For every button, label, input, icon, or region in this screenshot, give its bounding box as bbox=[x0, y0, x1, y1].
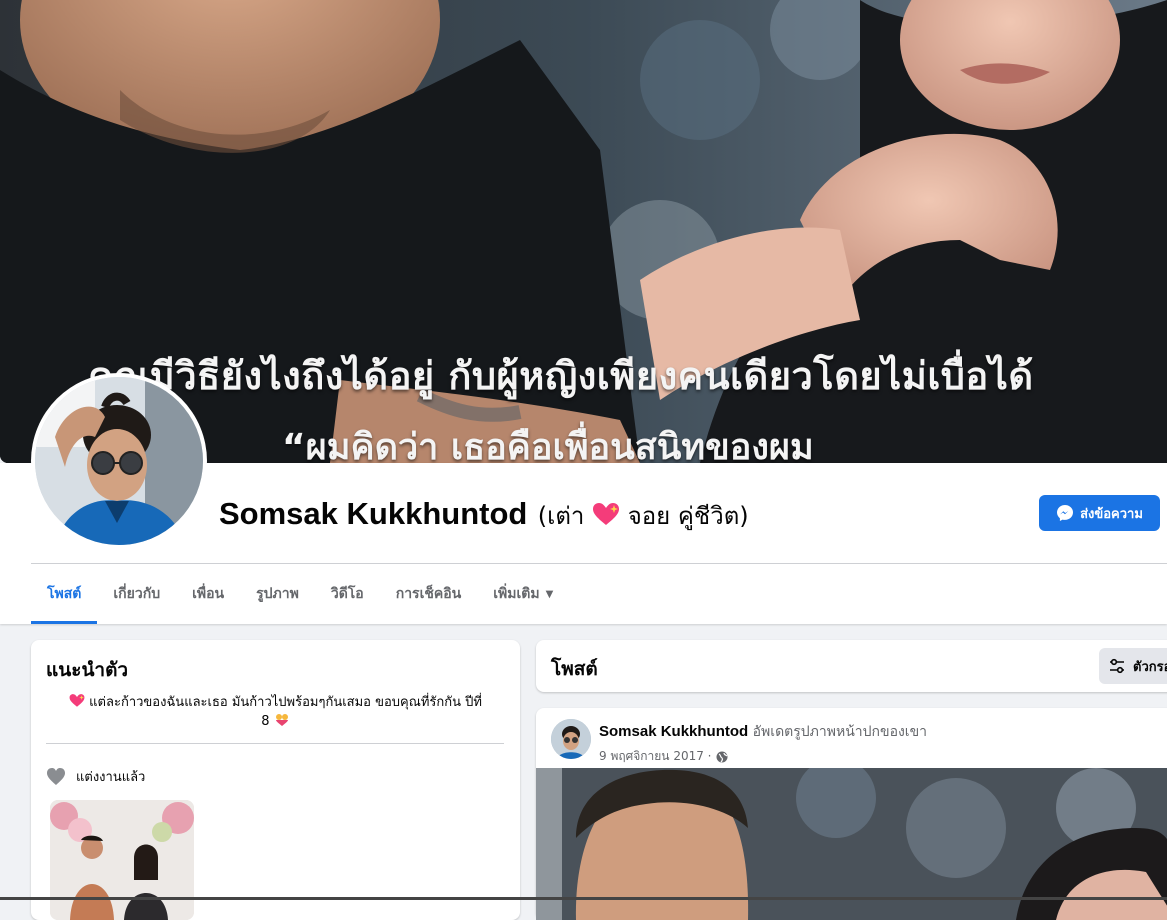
featured-wedding-photo[interactable] bbox=[50, 800, 194, 920]
post-date[interactable]: 9 พฤศจิกายน 2017 · bbox=[599, 747, 712, 766]
posts-title: โพสต์ bbox=[551, 658, 598, 680]
post-author-name[interactable]: Somsak Kukkhuntod bbox=[599, 723, 748, 740]
cover-caption-line1: คุณมีวิธียังไงถึงได้อยู่ กับผู้หญิงเพียง… bbox=[88, 354, 1034, 398]
profile-name-line: Somsak Kukkhuntod (เต่า จอย คู่ชีวิต) bbox=[219, 496, 749, 535]
sparkling-heart-icon bbox=[593, 503, 620, 525]
tab-videos[interactable]: วิดีโอ bbox=[315, 564, 380, 624]
sparkling-heart-icon bbox=[69, 694, 85, 707]
filter-sliders-icon bbox=[1110, 658, 1124, 674]
filter-label: ตัวกรอง bbox=[1133, 659, 1167, 675]
profile-name: Somsak Kukkhuntod bbox=[219, 496, 528, 531]
alt-name-prefix: (เต่า bbox=[537, 502, 585, 530]
tab-friends[interactable]: เพื่อน bbox=[176, 564, 240, 624]
intro-card: แนะนำตัว แต่ละก้าวของฉันและเธอ มันก้าวไป… bbox=[31, 640, 520, 920]
tab-posts[interactable]: โพสต์ bbox=[31, 564, 98, 624]
tab-checkins-label: การเช็คอิน bbox=[395, 586, 462, 602]
profile-alt-name: (เต่า จอย คู่ชีวิต) bbox=[538, 502, 749, 530]
tab-photos-label: รูปภาพ bbox=[256, 586, 299, 602]
post-date-row: 9 พฤศจิกายน 2017 · bbox=[599, 747, 927, 766]
intro-bio: แต่ละก้าวของฉันและเธอ มันก้าวไปพร้อมๆกัน… bbox=[46, 693, 505, 731]
tab-videos-label: วิดีโอ bbox=[330, 586, 364, 602]
intro-title: แนะนำตัว bbox=[46, 659, 129, 681]
tab-checkins[interactable]: การเช็คอิน bbox=[380, 564, 478, 624]
post-action-text: อัพเดตรูปภาพหน้าปกของเขา bbox=[752, 724, 928, 740]
intro-divider bbox=[46, 743, 504, 744]
profile-tabs: โพสต์ เกี่ยวกับ เพื่อน รูปภาพ วิดีโอ การ… bbox=[31, 564, 569, 624]
bio-line-2: 8 bbox=[46, 712, 505, 731]
messenger-icon bbox=[1057, 505, 1074, 521]
bio-text-2: 8 bbox=[261, 714, 270, 729]
relationship-row: แต่งงานแล้ว bbox=[46, 766, 145, 787]
featured-photo-image bbox=[50, 800, 194, 920]
relationship-text: แต่งงานแล้ว bbox=[76, 770, 146, 785]
bio-text-1: แต่ละก้าวของฉันและเธอ มันก้าวไปพร้อมๆกัน… bbox=[89, 695, 482, 710]
cover-caption-line2: “ผมคิดว่า เธอคือเพื่อนสนิทของผม bbox=[282, 427, 814, 463]
filter-button[interactable]: ตัวกรอง bbox=[1099, 648, 1167, 684]
send-message-button[interactable]: ส่งข้อความ bbox=[1039, 495, 1160, 531]
post-card: Somsak Kukkhuntod อัพเดตรูปภาพหน้าปกของเ… bbox=[536, 708, 1167, 920]
post-meta: Somsak Kukkhuntod อัพเดตรูปภาพหน้าปกของเ… bbox=[599, 721, 927, 766]
bio-line-1: แต่ละก้าวของฉันและเธอ มันก้าวไปพร้อมๆกัน… bbox=[46, 693, 505, 712]
tab-about-label: เกี่ยวกับ bbox=[113, 586, 161, 602]
heart-icon bbox=[47, 767, 65, 785]
profile-avatar[interactable] bbox=[31, 373, 207, 549]
tab-friends-label: เพื่อน bbox=[192, 586, 225, 602]
caret-down-icon: ▼ bbox=[545, 588, 554, 600]
tab-about[interactable]: เกี่ยวกับ bbox=[97, 564, 176, 624]
alt-name-suffix: จอย คู่ชีวิต) bbox=[627, 502, 749, 530]
globe-icon bbox=[716, 751, 727, 762]
tab-more[interactable]: เพิ่มเติม ▼ bbox=[477, 564, 569, 624]
profile-avatar-image bbox=[35, 377, 203, 545]
posts-header-card: โพสต์ ตัวกรอง bbox=[536, 640, 1167, 692]
tab-photos[interactable]: รูปภาพ bbox=[240, 564, 315, 624]
tab-posts-label: โพสต์ bbox=[47, 586, 82, 602]
post-author-avatar[interactable] bbox=[551, 719, 591, 759]
send-message-label: ส่งข้อความ bbox=[1080, 506, 1143, 522]
couple-kiss-icon bbox=[275, 714, 288, 726]
tab-more-label: เพิ่มเติม bbox=[493, 586, 540, 602]
